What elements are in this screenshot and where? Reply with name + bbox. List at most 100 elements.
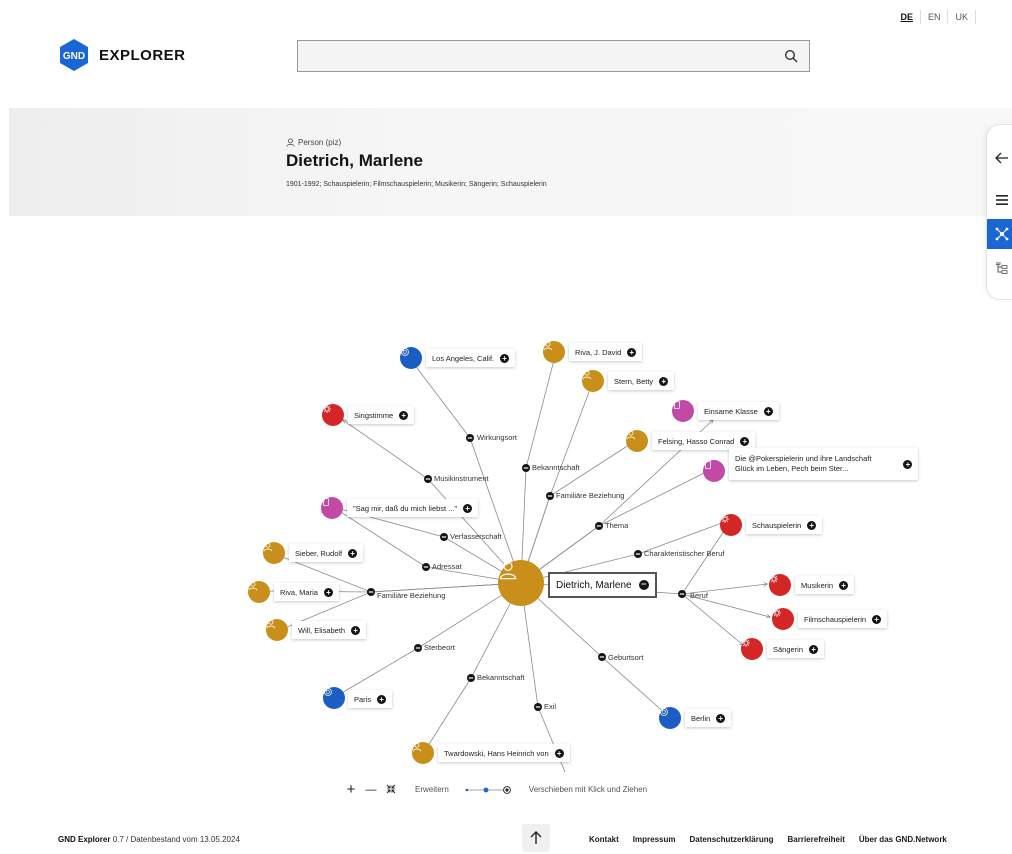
footer-link-impressum[interactable]: Impressum [633, 835, 676, 844]
zoom-out-button[interactable]: — [361, 784, 381, 796]
node-label[interactable]: Schauspielerin + [746, 516, 823, 534]
subject-node-icon[interactable] [322, 404, 344, 426]
network-icon [995, 227, 1009, 241]
node-label[interactable]: Die @Pokerspielerin und ihre Landschaft G… [729, 448, 919, 480]
node-label[interactable]: Los Angeles, Calif. + [426, 349, 516, 367]
node-label[interactable]: Berlin + [685, 709, 732, 727]
footer-version: GND Explorer 0.7 / Datenbestand vom 13.0… [58, 835, 240, 844]
person-banner [9, 108, 1012, 216]
relation-label: Verfasserschaft [450, 532, 502, 541]
node-label[interactable]: Musikerin + [795, 576, 855, 594]
relation-label: Exil [544, 702, 557, 711]
back-to-top-button[interactable] [522, 824, 550, 852]
node-label[interactable]: Filmschauspielerin + [798, 610, 888, 628]
expand-node-button[interactable]: + [659, 376, 669, 386]
back-button[interactable] [987, 143, 1012, 173]
person-node-icon[interactable] [412, 742, 434, 764]
arrow-up-icon [530, 831, 542, 844]
footer-link-about[interactable]: Über das GND.Network [859, 835, 947, 844]
expand-node-button[interactable]: + [351, 625, 361, 635]
arrow-left-icon [995, 152, 1008, 164]
expand-node-button[interactable]: + [716, 713, 726, 723]
center-node-label[interactable]: Dietrich, Marlene − [548, 572, 657, 598]
expand-node-button[interactable]: + [809, 644, 819, 654]
list-view-button[interactable] [987, 185, 1012, 215]
expand-node-button[interactable]: + [903, 459, 913, 469]
move-hint-label: Verschieben mit Klick und Ziehen [528, 785, 648, 794]
zoom-in-button[interactable]: + [341, 781, 361, 798]
expand-legend-label: Erweitern [415, 785, 449, 794]
logo[interactable]: GND EXPLORER [57, 38, 186, 72]
person-node-icon[interactable] [266, 619, 288, 641]
collapse-node-button[interactable]: − [638, 580, 649, 590]
expand-node-button[interactable]: + [500, 353, 510, 363]
person-description: 1901-1992; Schauspielerin; Filmschauspie… [286, 181, 547, 188]
lang-de[interactable]: DE [893, 10, 920, 24]
subject-node-icon[interactable] [741, 638, 763, 660]
work-node-icon[interactable] [321, 497, 343, 519]
place-node-icon[interactable] [400, 347, 422, 369]
node-label[interactable]: Riva, Maria + [274, 583, 339, 601]
expand-node-button[interactable]: + [377, 694, 387, 704]
node-label[interactable]: Twardowski, Hans Heinrich von + [438, 744, 570, 762]
place-node-icon[interactable] [323, 687, 345, 709]
subject-node-icon[interactable] [769, 574, 791, 596]
list-icon [996, 195, 1008, 205]
expand-node-button[interactable]: + [463, 503, 473, 513]
node-label[interactable]: Riva, J. David + [569, 343, 643, 361]
lang-en[interactable]: EN [919, 10, 948, 24]
person-node-icon[interactable] [626, 430, 648, 452]
relation-label: Wirkungsort [477, 433, 518, 442]
expand-node-button[interactable]: + [807, 520, 817, 530]
expand-node-button[interactable]: + [399, 410, 409, 420]
expand-node-button[interactable]: + [872, 614, 882, 624]
subject-node-icon[interactable] [772, 608, 794, 630]
fit-to-screen-button[interactable] [381, 781, 401, 798]
subject-node-icon[interactable] [720, 514, 742, 536]
work-node-icon[interactable] [703, 460, 725, 482]
footer-link-barrierefreiheit[interactable]: Barrierefreiheit [788, 835, 845, 844]
hierarchy-icon [996, 262, 1008, 274]
relation-label: Bekanntschaft [477, 673, 525, 682]
work-node-icon[interactable] [672, 400, 694, 422]
center-node[interactable] [498, 560, 544, 606]
expand-node-button[interactable]: + [348, 548, 358, 558]
entity-type-label: Person (piz) [298, 138, 342, 147]
expand-node-button[interactable]: + [839, 580, 849, 590]
gnd-hexagon-logo-icon: GND [60, 39, 88, 71]
node-label[interactable]: Paris + [348, 690, 393, 708]
person-node-icon[interactable] [263, 542, 285, 564]
footer-links: Kontakt Impressum Datenschutzerklärung B… [589, 835, 947, 844]
expand-node-button[interactable]: + [554, 748, 564, 758]
network-view-button[interactable] [987, 219, 1012, 249]
entity-type: Person (piz) [286, 138, 341, 147]
node-label[interactable]: Will, Elisabeth + [292, 621, 367, 639]
footer-link-datenschutz[interactable]: Datenschutzerklärung [689, 835, 773, 844]
footer-link-kontakt[interactable]: Kontakt [589, 835, 619, 844]
node-label[interactable]: Stern, Betty + [608, 372, 675, 390]
expand-node-button[interactable]: + [323, 587, 333, 597]
relation-label: Charakteristischer Beruf [644, 549, 725, 558]
relation-label: Adressat [432, 562, 462, 571]
place-node-icon[interactable] [659, 707, 681, 729]
person-node-icon[interactable] [543, 341, 565, 363]
expand-node-button[interactable]: + [763, 406, 773, 416]
lang-uk[interactable]: UK [947, 10, 976, 24]
page-title: Dietrich, Marlene [286, 151, 423, 170]
person-node-icon[interactable] [248, 581, 270, 603]
view-toolbar [986, 124, 1012, 300]
person-node-icon[interactable] [582, 370, 604, 392]
node-label[interactable]: Sängerin + [767, 640, 825, 658]
expand-node-button[interactable]: + [740, 436, 750, 446]
expand-node-button[interactable]: + [627, 347, 637, 357]
node-label[interactable]: "Sag mir, daß du mich liebst ..." + [347, 499, 479, 517]
node-label[interactable]: Singstimme + [348, 406, 415, 424]
logo-mark: GND [63, 51, 85, 62]
hierarchy-view-button[interactable] [987, 253, 1012, 283]
node-label[interactable]: Sieber, Rudolf + [289, 544, 364, 562]
search-input[interactable] [298, 41, 773, 71]
footer-app-name: GND Explorer [58, 835, 111, 844]
search-button[interactable] [773, 41, 809, 71]
network-graph[interactable]: Wirkungsort Bekanntschaft Familiäre Bezi… [230, 320, 950, 780]
node-label[interactable]: Einsame Klasse + [698, 402, 779, 420]
